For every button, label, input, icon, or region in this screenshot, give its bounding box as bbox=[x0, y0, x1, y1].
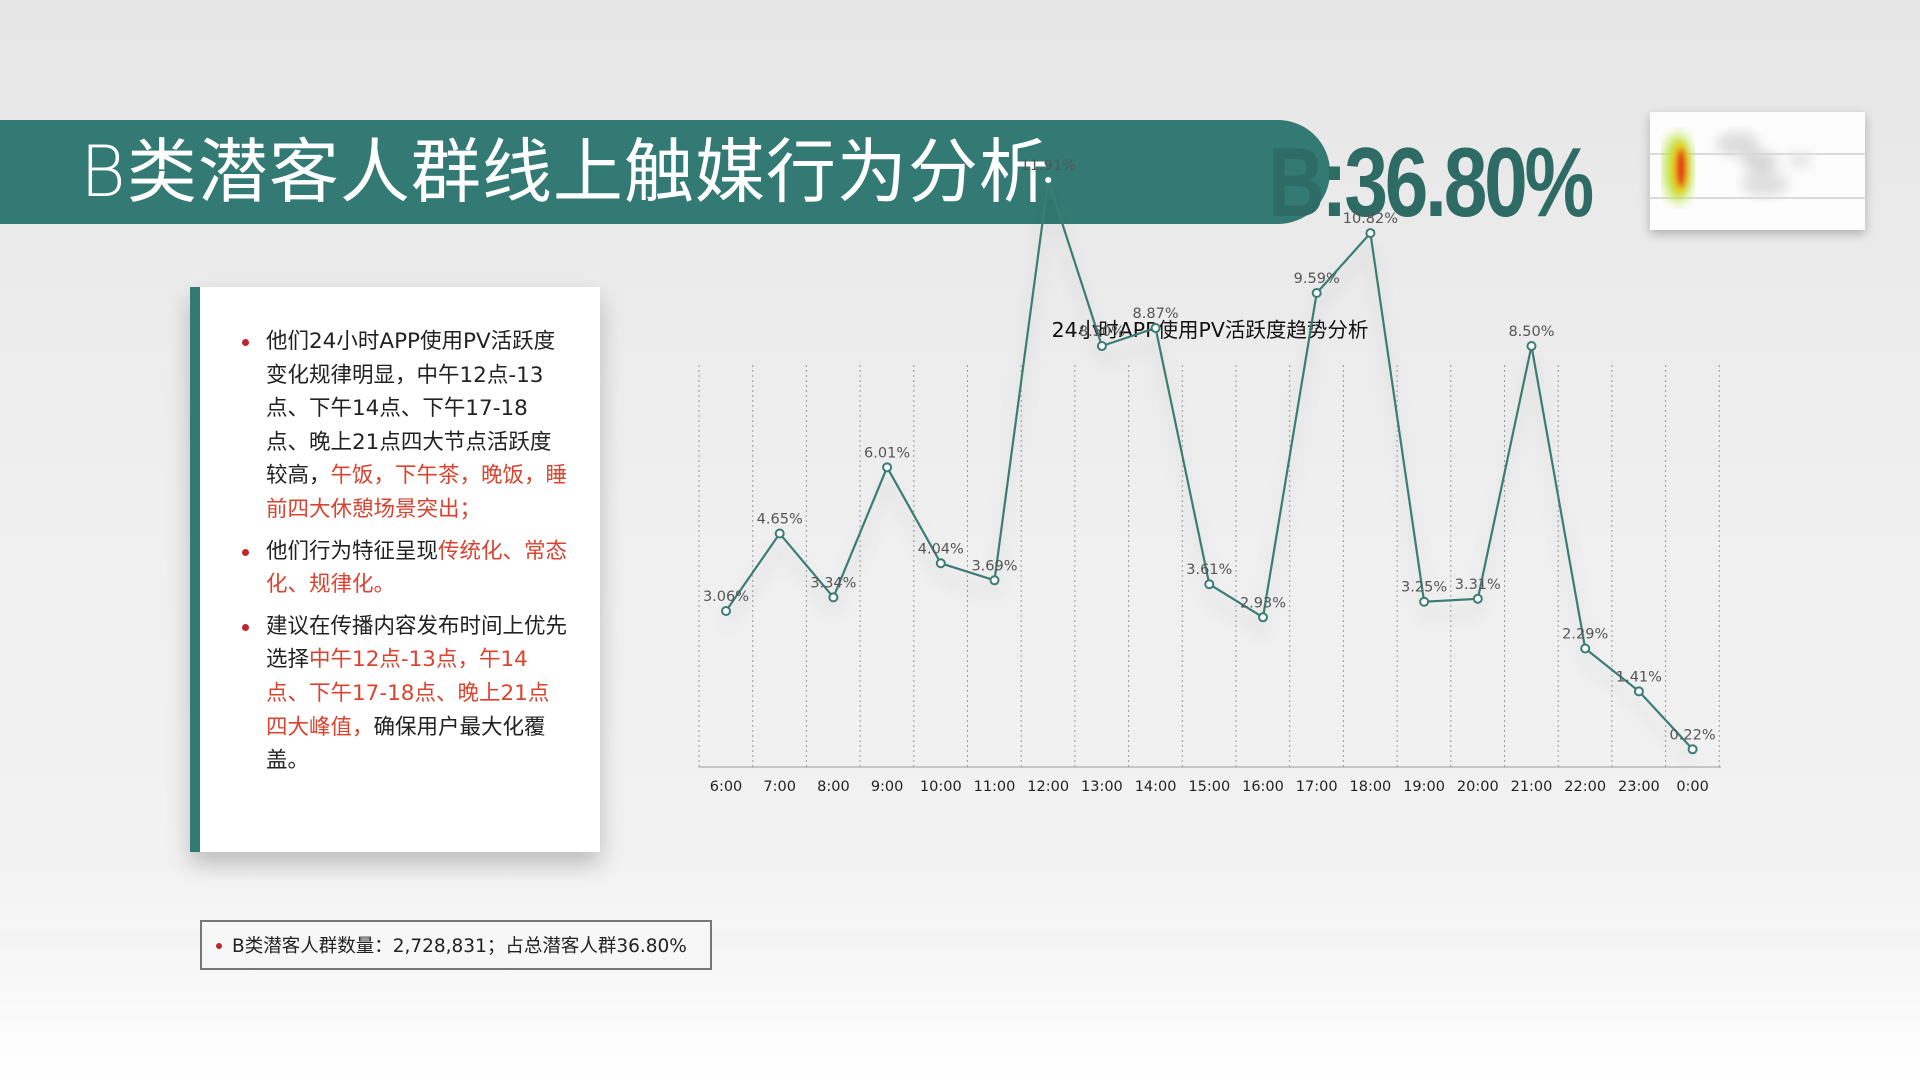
x-tick-label: 14:00 bbox=[1135, 779, 1177, 795]
data-label: 2.93% bbox=[1240, 595, 1286, 611]
data-point bbox=[882, 462, 893, 473]
x-tick-label: 9:00 bbox=[871, 779, 904, 795]
data-point bbox=[1419, 596, 1430, 607]
data-point bbox=[828, 592, 839, 603]
x-tick-label: 15:00 bbox=[1188, 779, 1230, 795]
data-point bbox=[1311, 287, 1322, 298]
x-tick-label: 7:00 bbox=[763, 779, 796, 795]
data-label: 8.87% bbox=[1133, 306, 1179, 322]
series-line bbox=[725, 179, 1694, 751]
data-label: 4.65% bbox=[757, 512, 803, 528]
line-chart: 6:00 7:00 8:00 9:00 10:00 11:00 12:00 13:00 14:0… bbox=[698, 158, 1721, 795]
data-label: 1.41% bbox=[1616, 669, 1662, 685]
x-tick-label: 0:00 bbox=[1676, 779, 1709, 795]
x-tick-label: 13:00 bbox=[1081, 779, 1123, 795]
data-point bbox=[1687, 744, 1698, 755]
data-point bbox=[721, 605, 731, 616]
data-label: 11.91% bbox=[1021, 158, 1076, 174]
data-label: 3.69% bbox=[971, 558, 1017, 574]
x-tick-label: 16:00 bbox=[1242, 779, 1284, 795]
data-point bbox=[1526, 341, 1537, 352]
data-point bbox=[1472, 593, 1483, 604]
data-label: 8.50% bbox=[1508, 324, 1554, 340]
data-point bbox=[774, 528, 785, 539]
x-tick-label: 19:00 bbox=[1403, 779, 1445, 795]
x-tick-label: 10:00 bbox=[920, 779, 962, 795]
data-label: 4.04% bbox=[918, 541, 964, 557]
data-label: 0.22% bbox=[1670, 727, 1716, 743]
data-point bbox=[1096, 341, 1107, 352]
data-point bbox=[1043, 174, 1054, 185]
x-tick-label: 22:00 bbox=[1564, 779, 1606, 795]
data-label: 3.31% bbox=[1455, 577, 1501, 593]
x-tick-label: 6:00 bbox=[710, 779, 743, 795]
data-point bbox=[989, 575, 1000, 586]
data-point bbox=[1204, 579, 1215, 590]
x-tick-label: 17:00 bbox=[1296, 779, 1338, 795]
data-label: 10.82% bbox=[1343, 211, 1398, 227]
x-tick-label: 20:00 bbox=[1457, 779, 1499, 795]
data-label: 6.01% bbox=[864, 445, 910, 461]
x-tick-label: 12:00 bbox=[1027, 779, 1069, 795]
x-tick-label: 23:00 bbox=[1618, 779, 1660, 795]
data-label: 2.29% bbox=[1562, 626, 1608, 642]
x-tick-label: 21:00 bbox=[1511, 779, 1553, 795]
x-tick-label: 18:00 bbox=[1350, 779, 1392, 795]
x-tick-label: 11:00 bbox=[974, 779, 1016, 795]
data-label: 3.25% bbox=[1401, 580, 1447, 596]
data-point bbox=[1580, 643, 1591, 654]
data-point bbox=[1365, 228, 1376, 239]
x-tick-label: 8:00 bbox=[817, 779, 850, 795]
data-point bbox=[1150, 323, 1161, 334]
data-point bbox=[1258, 612, 1268, 623]
data-point bbox=[935, 558, 946, 569]
data-label: 8.50% bbox=[1079, 324, 1125, 340]
data-label: 9.59% bbox=[1294, 271, 1340, 287]
data-label: 3.61% bbox=[1186, 562, 1232, 578]
data-label: 3.34% bbox=[810, 575, 856, 591]
data-point bbox=[1633, 686, 1644, 697]
data-label: 3.06% bbox=[703, 589, 749, 605]
